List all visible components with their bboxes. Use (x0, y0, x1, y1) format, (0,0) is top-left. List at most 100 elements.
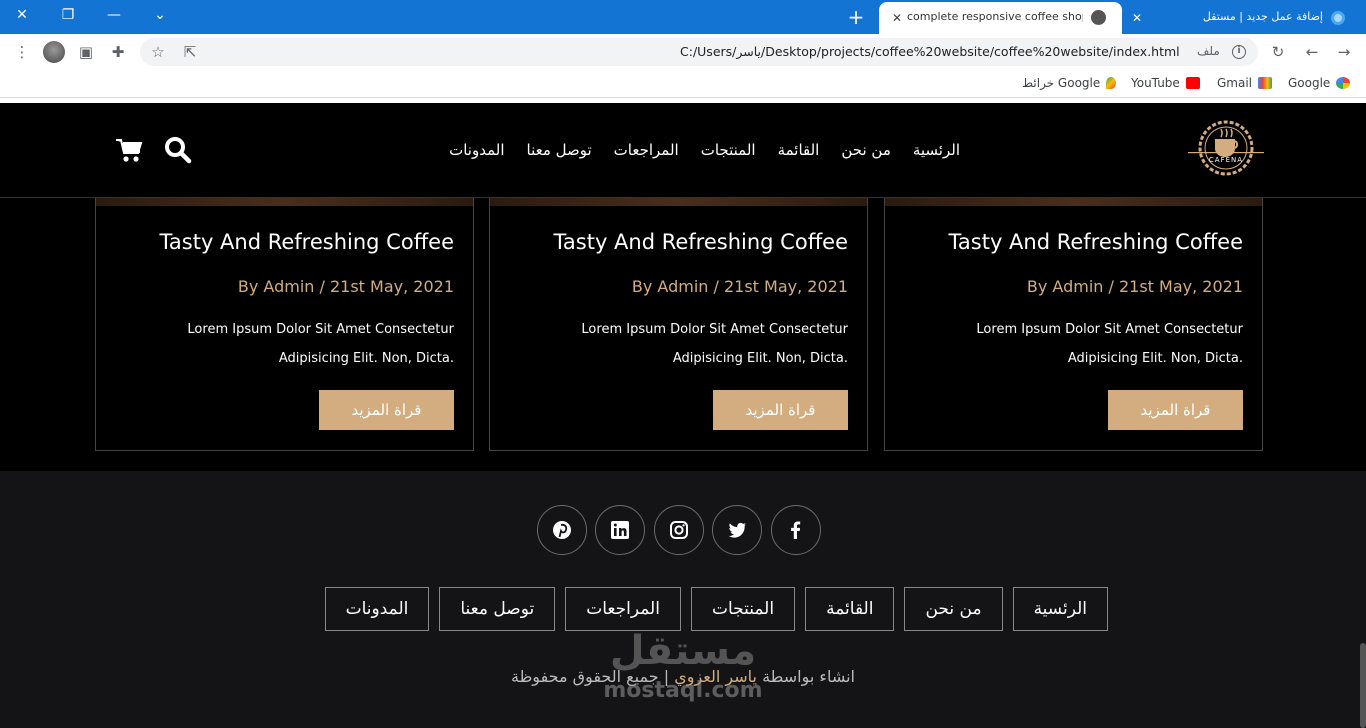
read-more-button[interactable]: قراة المزيد (1108, 390, 1243, 430)
credit-prefix: انشاء بواسطة (762, 667, 855, 686)
nav-about[interactable]: من نحن (841, 141, 891, 159)
pinterest-button[interactable] (537, 505, 587, 555)
nav-products[interactable]: المنتجات (701, 141, 756, 159)
blog-card-text: Lorem Ipsum Dolor Sit Amet Consectetur A… (548, 315, 848, 373)
bookmark-gmail[interactable]: Gmail (1217, 76, 1273, 90)
blog-card-title: Tasty And Refreshing Coffee (159, 230, 454, 254)
minimize-window-icon[interactable]: — (102, 5, 126, 25)
page-scrollbar[interactable] (1360, 643, 1366, 728)
close-tab-icon[interactable]: ✕ (1129, 10, 1145, 26)
blog-card-meta: By Admin / 21st May, 2021 (631, 277, 848, 296)
close-window-icon[interactable]: ✕ (10, 5, 34, 25)
bookmark-google[interactable]: Google (1288, 76, 1351, 90)
mostaql-watermark: مستقل mostaql.com (598, 628, 768, 718)
bookmarks-bar: خرائط Google YouTube Gmail Google (0, 70, 1366, 98)
maps-icon (1106, 77, 1117, 89)
blog-card-text: Lorem Ipsum Dolor Sit Amet Consectetur A… (154, 315, 454, 373)
google-icon (1336, 77, 1351, 89)
instagram-icon (670, 521, 688, 539)
footer-link-blogs[interactable]: المدونات (324, 587, 430, 631)
footer-links: الرئسية من نحن القائمة المنتجات المراجعا… (324, 587, 1108, 631)
tab-coffee-shop[interactable]: ✕ complete responsive coffee shop (879, 2, 1122, 34)
mostaql-favicon-icon (1331, 11, 1345, 25)
footer-link-about[interactable]: من نحن (904, 587, 1003, 631)
blog-card: Tasty And Refreshing Coffee By Admin / 2… (884, 198, 1263, 451)
youtube-icon (1185, 77, 1200, 89)
footer-link-contact[interactable]: توصل معنا (439, 587, 556, 631)
blog-card-text-line: Adipisicing Elit. Non, Dicta. (1067, 351, 1243, 366)
blog-card-text: Lorem Ipsum Dolor Sit Amet Consectetur A… (943, 315, 1243, 373)
blog-card-text-line: Adipisicing Elit. Non, Dicta. (278, 351, 454, 366)
tab-mostaql[interactable]: ✕ إضافة عمل جديد | مستقل (1125, 2, 1355, 34)
site-info-icon[interactable]: i (1232, 45, 1246, 59)
cart-icon[interactable] (115, 136, 143, 164)
side-panel-icon[interactable]: ▣ (76, 42, 96, 62)
bookmark-label: خرائط Google (1022, 76, 1101, 90)
tab-search-chevron-icon[interactable]: ⌄ (148, 5, 172, 25)
main-nav: الرئسية من نحن القائمة المنتجات المراجعا… (449, 141, 960, 159)
blog-card-text-line: Adipisicing Elit. Non, Dicta. (672, 351, 848, 366)
blog-card-text-line: Lorem Ipsum Dolor Sit Amet Consectetur (976, 322, 1243, 337)
blog-card-title: Tasty And Refreshing Coffee (553, 230, 848, 254)
search-icon[interactable] (164, 136, 192, 164)
watermark-latin: mostaql.com (603, 678, 763, 703)
blog-card: Tasty And Refreshing Coffee By Admin / 2… (95, 198, 474, 451)
footer-link-home[interactable]: الرئسية (1012, 587, 1108, 631)
read-more-button[interactable]: قراة المزيد (713, 390, 848, 430)
new-tab-button[interactable]: + (846, 7, 866, 27)
linkedin-button[interactable] (595, 505, 645, 555)
profile-avatar[interactable] (43, 41, 65, 63)
address-bar[interactable]: ☆ ⇱ C:/Users/ياسر/Desktop/projects/coffe… (140, 38, 1258, 66)
bookmark-label: Gmail (1217, 76, 1253, 90)
nav-blogs[interactable]: المدونات (449, 141, 504, 159)
menu-dots-icon[interactable]: ⋮ (12, 42, 32, 62)
footer-link-products[interactable]: المنتجات (690, 587, 796, 631)
facebook-icon (791, 521, 801, 539)
twitter-button[interactable] (712, 505, 762, 555)
pinterest-icon (553, 521, 571, 539)
globe-icon (1091, 10, 1106, 25)
reload-icon[interactable]: ↻ (1268, 42, 1288, 62)
instagram-button[interactable] (654, 505, 704, 555)
back-icon[interactable]: → (1334, 42, 1354, 62)
nav-reviews[interactable]: المراجعات (614, 141, 679, 159)
forward-icon[interactable]: ← (1302, 42, 1322, 62)
bookmark-label: YouTube (1131, 76, 1180, 90)
blog-card: Tasty And Refreshing Coffee By Admin / 2… (489, 198, 868, 451)
restore-window-icon[interactable]: ❐ (56, 5, 80, 25)
read-more-button[interactable]: قراة المزيد (319, 390, 454, 430)
nav-menu[interactable]: القائمة (778, 141, 820, 159)
blog-card-image (490, 198, 867, 206)
extensions-icon[interactable]: ✚ (108, 42, 128, 62)
linkedin-icon (611, 521, 629, 539)
footer-link-menu[interactable]: القائمة (805, 587, 895, 631)
browser-tab-bar: ✕ ❐ — ⌄ + ✕ complete responsive coffee s… (0, 0, 1366, 34)
nav-home[interactable]: الرئسية (913, 141, 960, 159)
logo-text: CAFENA (1209, 156, 1243, 164)
blog-card-image (96, 198, 473, 206)
file-label: ملف (1197, 44, 1220, 58)
bookmark-star-icon[interactable]: ☆ (148, 42, 168, 62)
blog-card-meta: By Admin / 21st May, 2021 (1026, 277, 1243, 296)
watermark-arabic: مستقل (609, 628, 757, 674)
close-tab-icon[interactable]: ✕ (889, 10, 905, 26)
tab-title: إضافة عمل جديد | مستقل (1202, 10, 1323, 23)
blog-card-image (885, 198, 1262, 206)
blog-card-meta: By Admin / 21st May, 2021 (237, 277, 454, 296)
gmail-icon (1258, 77, 1273, 89)
site-header: CAFENA الرئسية من نحن القائمة المنتجات ا… (0, 103, 1366, 198)
blog-card-text-line: Lorem Ipsum Dolor Sit Amet Consectetur (581, 322, 848, 337)
cafena-logo[interactable]: CAFENA (1188, 117, 1264, 179)
twitter-icon (728, 522, 747, 538)
bookmark-youtube[interactable]: YouTube (1131, 76, 1200, 90)
bookmark-label: Google (1288, 76, 1331, 90)
bookmark-maps[interactable]: خرائط Google (1022, 76, 1117, 90)
footer-link-reviews[interactable]: المراجعات (565, 587, 681, 631)
nav-contact[interactable]: توصل معنا (527, 141, 592, 159)
url-text[interactable]: C:/Users/ياسر/Desktop/projects/coffee%20… (680, 44, 1180, 59)
blog-card-title: Tasty And Refreshing Coffee (948, 230, 1243, 254)
facebook-button[interactable] (771, 505, 821, 555)
tab-title: complete responsive coffee shop (907, 10, 1083, 23)
browser-toolbar: ⋮ ▣ ✚ ☆ ⇱ C:/Users/ياسر/Desktop/projects… (0, 34, 1366, 70)
share-icon[interactable]: ⇱ (180, 42, 200, 62)
